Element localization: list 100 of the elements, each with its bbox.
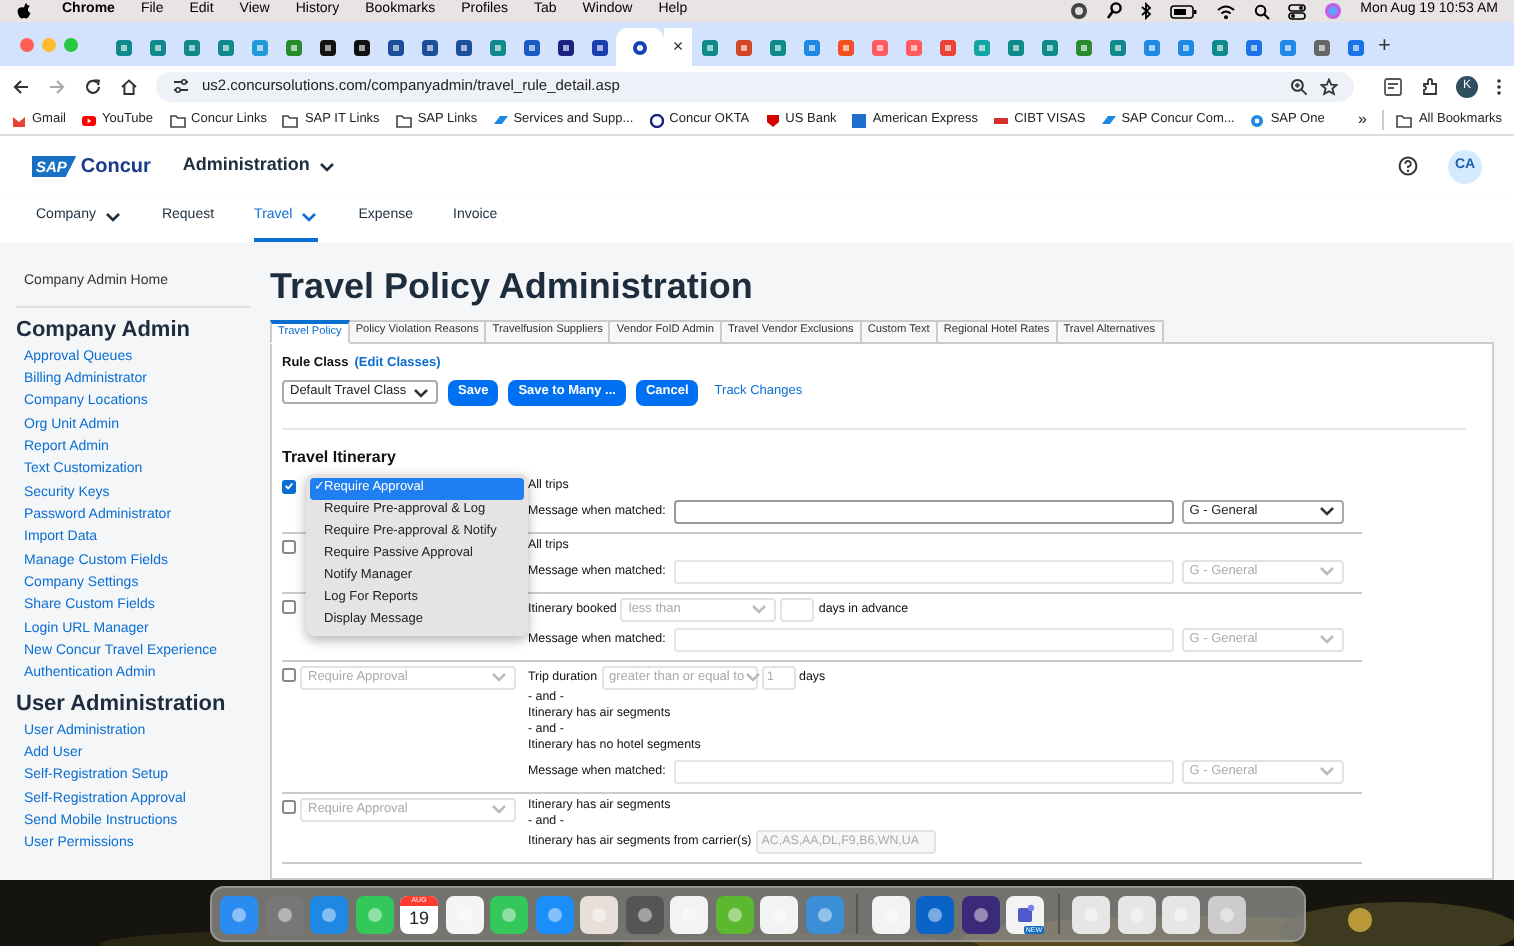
site-icon bbox=[1245, 39, 1261, 55]
site-icon bbox=[1347, 39, 1363, 55]
app-icon[interactable] bbox=[355, 895, 393, 933]
app-icon[interactable] bbox=[445, 895, 483, 933]
app-icon[interactable] bbox=[670, 895, 708, 933]
bookmark-icon bbox=[81, 113, 96, 127]
more-icon[interactable] bbox=[1496, 77, 1502, 95]
app-icon[interactable] bbox=[625, 895, 663, 933]
bookmark-icon bbox=[649, 113, 664, 127]
app-icon[interactable] bbox=[1207, 895, 1245, 933]
reload-icon[interactable] bbox=[84, 77, 102, 95]
site-icon bbox=[285, 39, 301, 55]
site-icon bbox=[115, 39, 131, 55]
site-icon bbox=[591, 39, 607, 55]
zoom-window-icon[interactable] bbox=[64, 37, 78, 51]
section-heading: Travel Itinerary bbox=[282, 445, 398, 470]
caret-icon bbox=[1317, 630, 1336, 649]
site-icon bbox=[353, 39, 369, 55]
site-icon bbox=[1211, 39, 1227, 55]
site-icon bbox=[523, 39, 539, 55]
site-icon bbox=[769, 39, 785, 55]
star-icon bbox=[1320, 77, 1338, 95]
checkbox[interactable] bbox=[282, 479, 296, 494]
folder-icon bbox=[1396, 113, 1413, 127]
app-icon[interactable] bbox=[760, 895, 798, 933]
site-icon bbox=[557, 39, 573, 55]
app-icon[interactable] bbox=[220, 895, 258, 933]
site-icon bbox=[421, 39, 437, 55]
site-icon bbox=[1143, 39, 1159, 55]
site-icon bbox=[973, 39, 989, 55]
app-icon[interactable] bbox=[871, 895, 909, 933]
input-field[interactable] bbox=[780, 597, 815, 622]
site-icon bbox=[387, 39, 403, 55]
app-icon[interactable] bbox=[715, 895, 753, 933]
control-center-icon[interactable] bbox=[1288, 3, 1307, 19]
forward-icon[interactable] bbox=[48, 77, 66, 95]
caret-icon bbox=[1317, 762, 1336, 781]
checkbox[interactable] bbox=[282, 799, 296, 814]
app-icon[interactable] bbox=[1072, 895, 1110, 933]
home-icon[interactable] bbox=[120, 77, 138, 95]
site-icon bbox=[1109, 39, 1125, 55]
caret-icon bbox=[490, 668, 508, 687]
folder-icon bbox=[282, 113, 299, 127]
search-icon[interactable] bbox=[1254, 3, 1271, 19]
site-icon bbox=[455, 39, 471, 55]
site-icon bbox=[803, 39, 819, 55]
caret-icon bbox=[750, 600, 769, 619]
checkbox[interactable] bbox=[282, 599, 296, 614]
site-icon bbox=[1007, 39, 1023, 55]
site-icon bbox=[183, 39, 199, 55]
app-icon[interactable] bbox=[265, 895, 303, 933]
new-tab-button[interactable]: + bbox=[1378, 36, 1391, 58]
key-icon bbox=[1106, 2, 1123, 20]
battery-icon bbox=[1170, 3, 1199, 19]
section-heading: User Administration bbox=[16, 689, 228, 720]
app-icon[interactable] bbox=[1117, 895, 1155, 933]
site-icon bbox=[149, 39, 165, 55]
zoom-icon bbox=[1290, 77, 1308, 95]
bookmark-icon bbox=[852, 113, 867, 127]
caret-icon bbox=[1317, 562, 1336, 581]
checkbox[interactable] bbox=[282, 667, 296, 682]
app-icon[interactable] bbox=[490, 895, 528, 933]
reader-icon[interactable] bbox=[1384, 77, 1402, 95]
site-icon bbox=[251, 39, 267, 55]
page-title: Travel Policy Administration bbox=[270, 264, 755, 308]
wifi-icon bbox=[1216, 3, 1237, 19]
app-icon[interactable] bbox=[805, 895, 843, 933]
bluetooth-icon bbox=[1140, 2, 1153, 20]
caret-icon bbox=[317, 157, 336, 175]
caret-icon bbox=[744, 668, 763, 687]
site-icon bbox=[1075, 39, 1091, 55]
site-icon bbox=[905, 39, 921, 55]
bookmark-icon bbox=[1101, 113, 1116, 127]
site-settings-icon bbox=[172, 78, 190, 94]
apple-icon[interactable] bbox=[16, 2, 32, 20]
site-icon bbox=[939, 39, 955, 55]
caret-icon bbox=[490, 800, 508, 819]
message-field[interactable] bbox=[673, 499, 1174, 524]
app-icon[interactable] bbox=[916, 895, 954, 933]
siri-icon[interactable] bbox=[1324, 2, 1343, 20]
app-icon[interactable] bbox=[535, 895, 573, 933]
caret-icon bbox=[103, 208, 122, 226]
back-icon[interactable] bbox=[12, 77, 30, 95]
close-window-icon[interactable] bbox=[20, 37, 34, 51]
help-icon[interactable] bbox=[1398, 156, 1418, 176]
bookmark-icon bbox=[1250, 113, 1265, 127]
app-icon[interactable] bbox=[310, 895, 348, 933]
checkbox[interactable] bbox=[282, 539, 296, 554]
site-icon bbox=[1279, 39, 1295, 55]
site-icon bbox=[837, 39, 853, 55]
more-bookmarks-button[interactable]: » bbox=[1358, 112, 1367, 128]
app-icon[interactable] bbox=[580, 895, 618, 933]
caret-icon bbox=[412, 383, 430, 402]
app-icon[interactable] bbox=[961, 895, 999, 933]
extensions-icon[interactable] bbox=[1420, 77, 1438, 95]
site-icon bbox=[1041, 39, 1057, 55]
site-icon bbox=[1313, 39, 1329, 55]
module-menu[interactable]: Administration bbox=[182, 152, 336, 180]
app-icon[interactable] bbox=[1162, 895, 1200, 933]
caret-icon bbox=[300, 208, 319, 226]
